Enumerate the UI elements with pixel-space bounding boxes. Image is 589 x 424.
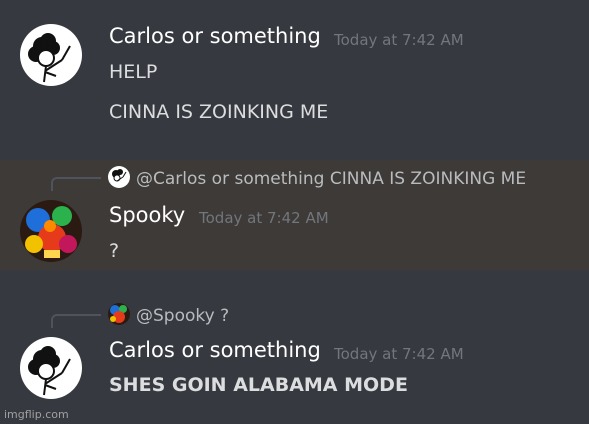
reply-mention[interactable]: @Spooky — [136, 306, 215, 326]
message-text: HELP — [109, 61, 158, 83]
message-text: ? — [109, 240, 120, 262]
message-text: CINNA IS ZOINKING ME — [109, 101, 329, 123]
username[interactable]: Carlos or something — [109, 338, 321, 362]
avatar[interactable] — [20, 24, 82, 86]
stick-figure-afro-icon — [20, 337, 82, 399]
reply-avatar — [108, 166, 130, 188]
message-group-highlighted: @Carlos or something CINNA IS ZOINKING M… — [0, 160, 589, 270]
message-text: SHES GOIN ALABAMA MODE — [109, 374, 408, 396]
timestamp: Today at 7:42 AM — [199, 209, 329, 227]
reply-snippet: ? — [220, 306, 230, 326]
reply-reference[interactable]: @Spooky ? — [108, 303, 229, 326]
username[interactable]: Carlos or something — [109, 24, 321, 48]
stick-figure-afro-icon — [108, 166, 130, 188]
reply-spine — [51, 177, 101, 191]
message-group: Carlos or something Today at 7:42 AM HEL… — [0, 0, 589, 140]
username[interactable]: Spooky — [109, 203, 185, 227]
avatar[interactable] — [20, 200, 82, 262]
timestamp: Today at 7:42 AM — [334, 31, 464, 49]
reply-mention[interactable]: @Carlos or something — [136, 169, 324, 189]
reply-reference[interactable]: @Carlos or something CINNA IS ZOINKING M… — [108, 166, 526, 189]
timestamp: Today at 7:42 AM — [334, 345, 464, 363]
avatar[interactable] — [20, 337, 82, 399]
reply-snippet: CINNA IS ZOINKING ME — [329, 169, 527, 189]
colorful-chaos-icon — [108, 303, 130, 325]
message-group: @Spooky ? Carlos or something Today at 7… — [0, 295, 589, 424]
colorful-chaos-icon — [20, 200, 82, 262]
reply-spine — [51, 314, 101, 328]
stick-figure-afro-icon — [20, 24, 82, 86]
reply-avatar — [108, 303, 130, 325]
watermark: imgflip.com — [4, 408, 69, 421]
